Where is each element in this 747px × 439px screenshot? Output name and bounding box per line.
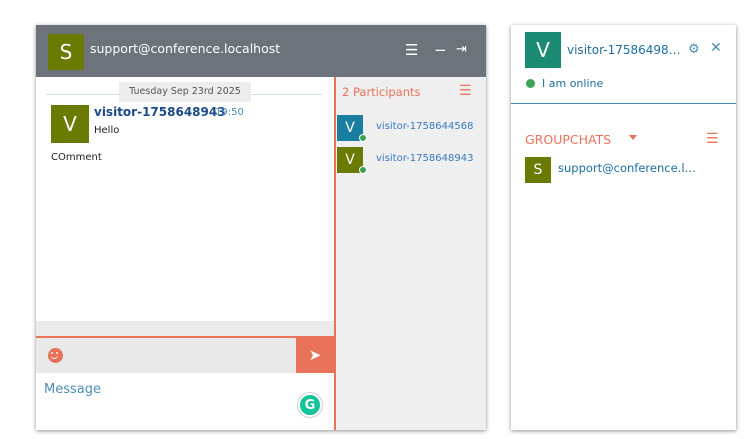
minimize-icon[interactable]: − — [434, 39, 448, 61]
message-input[interactable] — [36, 373, 334, 430]
online-status-dot — [359, 166, 367, 174]
online-status-dot — [526, 79, 535, 88]
room-name[interactable]: support@conference.l… — [558, 161, 696, 175]
gear-icon[interactable]: ⚙ — [688, 42, 700, 57]
leave-room-icon[interactable]: ⇥ — [456, 39, 472, 61]
message-text: Hello — [94, 125, 120, 136]
room-list-item[interactable]: S support@conference.l… — [525, 156, 725, 183]
user-avatar[interactable]: V — [525, 32, 561, 68]
status-message[interactable]: I am online — [542, 77, 603, 90]
message-list-footer — [36, 321, 334, 336]
occupant-item[interactable]: V visitor-1758644568 — [336, 115, 488, 143]
username-link[interactable]: visitor-17586498… — [567, 43, 681, 57]
controlbox: V visitor-17586498… ⚙ ✕ I am online GROU… — [511, 25, 736, 430]
grammarly-icon[interactable]: G — [298, 393, 322, 417]
message-author[interactable]: visitor-1758648943 — [94, 105, 226, 119]
caret-down-icon[interactable] — [629, 135, 637, 140]
participants-title: 2 Participants — [342, 85, 421, 99]
chatroom-header: S support@conference.localhost ☰ − ⇥ — [36, 25, 486, 77]
groupchats-toggle[interactable]: GROUPCHATS — [525, 132, 611, 147]
occupant-name[interactable]: visitor-1758644568 — [376, 121, 473, 132]
room-menu-icon[interactable]: ☰ — [405, 39, 421, 61]
groupchats-menu-icon[interactable]: ☰ — [706, 131, 719, 147]
send-icon: ➤ — [308, 345, 322, 364]
send-button[interactable]: ➤ — [296, 336, 334, 373]
occupant-name[interactable]: visitor-1758648943 — [376, 153, 473, 164]
room-avatar: S — [525, 157, 551, 183]
participants-menu-icon[interactable]: ☰ — [459, 83, 472, 99]
message-time: 19:50 — [215, 107, 244, 118]
chatroom-window: S support@conference.localhost ☰ − ⇥ Tue… — [36, 25, 486, 430]
room-title: support@conference.localhost — [90, 41, 281, 56]
message-list[interactable]: Tuesday Sep 23rd 2025 V visitor-17586489… — [36, 77, 334, 336]
controlbox-divider — [511, 103, 736, 104]
smiley-icon[interactable] — [48, 348, 63, 363]
message-avatar: V — [51, 105, 89, 143]
message-text: COmment — [51, 152, 102, 163]
close-icon[interactable]: ✕ — [710, 40, 722, 56]
chat-toolbar — [36, 336, 334, 373]
occupant-item[interactable]: V visitor-1758648943 — [336, 147, 488, 175]
participants-panel: 2 Participants ☰ V visitor-1758644568 V … — [334, 77, 486, 430]
room-avatar: S — [48, 34, 84, 70]
online-status-dot — [359, 134, 367, 142]
date-separator: Tuesday Sep 23rd 2025 — [119, 82, 251, 102]
